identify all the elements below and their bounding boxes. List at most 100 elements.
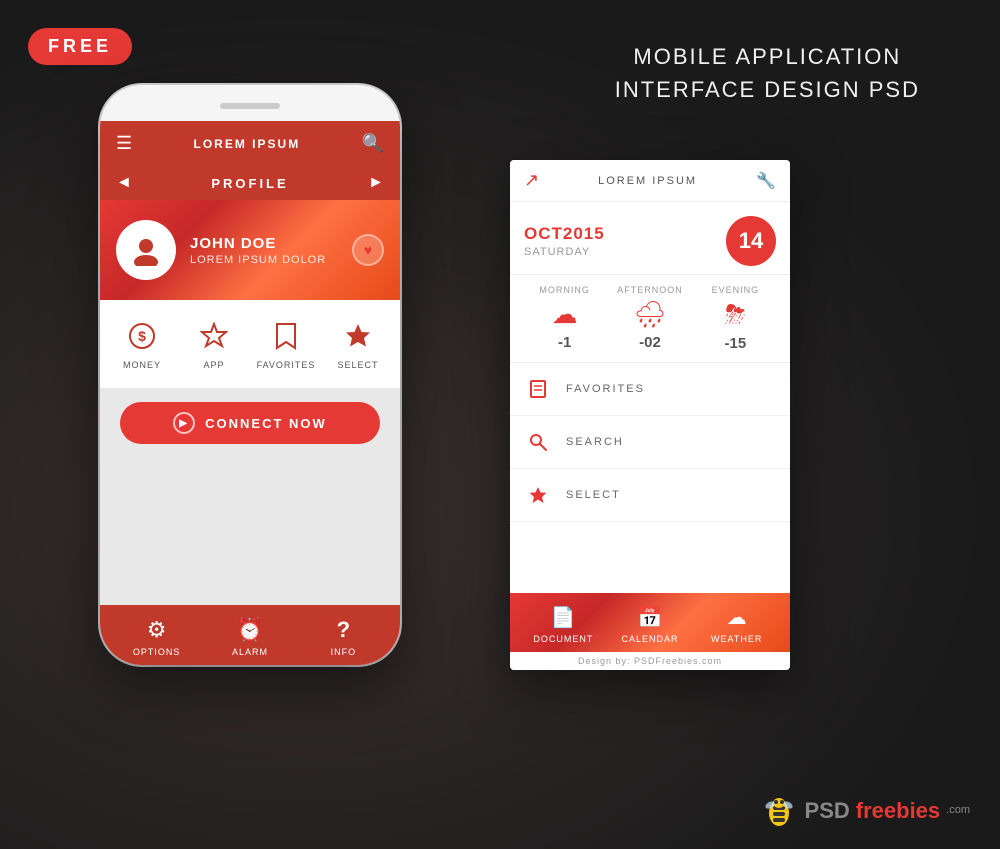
phone1-bottom-nav: ⚙ OPTIONS ⏰ ALARM ? INFO xyxy=(100,605,400,665)
menu-label-select: SELECT xyxy=(337,360,378,370)
p2-select-label: SELECT xyxy=(566,489,621,501)
profile-avatar xyxy=(116,220,176,280)
menu-item-favorites[interactable]: FAVORITES xyxy=(254,318,318,370)
evening-label: EVENING xyxy=(712,285,760,295)
psd-logo: PSDfreebies .com xyxy=(759,791,970,831)
evening-icon: ⛈ xyxy=(725,299,746,331)
back-arrow-icon[interactable]: ◄ xyxy=(116,174,132,192)
morning-icon: ☁ xyxy=(552,299,578,330)
morning-temp: -1 xyxy=(558,334,571,351)
phone2-date-section: OCT2015 SATURDAY 14 xyxy=(510,202,790,274)
phone1-menu-grid: $ MONEY APP FAVORITES xyxy=(100,300,400,388)
morning-label: MORNING xyxy=(539,285,590,295)
bottom-item-options[interactable]: ⚙ OPTIONS xyxy=(110,617,203,657)
phone2-menu-list: FAVORITES SEARCH SELECT xyxy=(510,363,790,593)
heart-button[interactable]: ♥ xyxy=(352,234,384,266)
bottom-item-alarm[interactable]: ⏰ ALARM xyxy=(203,617,296,657)
phone1-top-nav: ☰ LOREM IPSUM 🔍 xyxy=(100,121,400,166)
weather-evening: EVENING ⛈ -15 xyxy=(695,285,776,352)
p2-menu-favorites[interactable]: FAVORITES xyxy=(510,363,790,416)
alarm-icon: ⏰ xyxy=(236,617,263,643)
heart-icon: ♥ xyxy=(364,242,372,258)
info-icon: ? xyxy=(337,617,350,643)
psd-text: PSD xyxy=(805,798,850,824)
phone1-container: ☰ LOREM IPSUM 🔍 ◄ PROFILE ► JO xyxy=(100,85,400,665)
menu-label-app: APP xyxy=(203,360,224,370)
profile-bar-title: PROFILE xyxy=(211,176,288,191)
user-icon xyxy=(130,234,162,266)
phone1-profile-section: JOHN DOE LOREM IPSUM DOLOR ♥ xyxy=(100,200,400,300)
afternoon-label: AFTERNOON xyxy=(617,285,683,295)
free-badge: FREE xyxy=(28,28,132,65)
p2-select-icon xyxy=(524,481,552,509)
weather-afternoon: AFTERNOON 🌧 -02 xyxy=(609,285,690,352)
search-icon[interactable]: 🔍 xyxy=(362,133,384,154)
document-label: DOCUMENT xyxy=(533,634,593,644)
connect-btn-label: CONNECT NOW xyxy=(205,416,327,431)
forward-arrow-icon[interactable]: ► xyxy=(368,174,384,192)
p2-search-icon xyxy=(524,428,552,456)
weather-morning: MORNING ☁ -1 xyxy=(524,285,605,352)
phone2-date-left: OCT2015 SATURDAY xyxy=(524,224,605,258)
page-title: MOBILE APPLICATION INTERFACE DESIGN PSD xyxy=(615,40,920,106)
info-label: INFO xyxy=(331,647,357,657)
menu-item-select[interactable]: SELECT xyxy=(326,318,390,370)
p2-menu-search[interactable]: SEARCH xyxy=(510,416,790,469)
p2-bottom-calendar[interactable]: 📅 CALENDAR xyxy=(607,605,694,644)
wrench-icon[interactable]: 🔧 xyxy=(756,171,776,191)
phone1-speaker xyxy=(220,103,280,109)
hamburger-icon[interactable]: ☰ xyxy=(116,133,132,154)
play-icon: ▶ xyxy=(173,412,195,434)
spacer xyxy=(100,458,400,605)
phone1-shell: ☰ LOREM IPSUM 🔍 ◄ PROFILE ► JO xyxy=(100,85,400,665)
month-year: OCT2015 xyxy=(524,224,605,244)
phone2-nav-title: LOREM IPSUM xyxy=(598,175,697,187)
phone1-profile-bar: ◄ PROFILE ► xyxy=(100,166,400,200)
connect-now-button[interactable]: ▶ CONNECT NOW xyxy=(120,402,380,444)
share-icon[interactable]: ↗ xyxy=(524,170,539,191)
p2-favorites-label: FAVORITES xyxy=(566,383,645,395)
menu-label-money: MONEY xyxy=(123,360,161,370)
svg-text:$: $ xyxy=(138,328,146,344)
options-icon: ⚙ xyxy=(147,617,167,643)
evening-temp: -15 xyxy=(724,335,746,352)
p2-search-label: SEARCH xyxy=(566,436,624,448)
afternoon-temp: -02 xyxy=(639,334,661,351)
phone1-nav-title: LOREM IPSUM xyxy=(194,137,301,151)
select-icon xyxy=(340,318,376,354)
phone2-top-bar: ↗ LOREM IPSUM 🔧 xyxy=(510,160,790,202)
phone2-shell: ↗ LOREM IPSUM 🔧 OCT2015 SATURDAY 14 MORN… xyxy=(510,160,790,670)
alarm-label: ALARM xyxy=(232,647,268,657)
weather-icon: ☁ xyxy=(727,605,747,630)
profile-subtitle: LOREM IPSUM DOLOR xyxy=(190,254,326,266)
dotcom-text: .com xyxy=(946,804,970,816)
day-name: SATURDAY xyxy=(524,246,605,258)
day-number-circle: 14 xyxy=(726,216,776,266)
favorites-icon xyxy=(268,318,304,354)
bee-icon xyxy=(759,791,799,831)
phone2-weather: MORNING ☁ -1 AFTERNOON 🌧 -02 EVENING ⛈ -… xyxy=(510,274,790,363)
p2-bottom-document[interactable]: 📄 DOCUMENT xyxy=(520,605,607,644)
p2-menu-select[interactable]: SELECT xyxy=(510,469,790,522)
p2-bottom-weather[interactable]: ☁ WEATHER xyxy=(693,605,780,644)
design-by: Design by: PSDFreebies.com xyxy=(510,652,790,670)
phone2-container: ↗ LOREM IPSUM 🔧 OCT2015 SATURDAY 14 MORN… xyxy=(510,160,790,670)
options-label: OPTIONS xyxy=(133,647,181,657)
money-icon: $ xyxy=(124,318,160,354)
day-number: 14 xyxy=(739,228,763,254)
afternoon-icon: 🌧 xyxy=(633,299,666,330)
calendar-icon: 📅 xyxy=(638,605,663,630)
page-title-line1: MOBILE APPLICATION xyxy=(615,40,920,73)
menu-item-money[interactable]: $ MONEY xyxy=(110,318,174,370)
app-icon xyxy=(196,318,232,354)
phone2-bottom-nav: 📄 DOCUMENT 📅 CALENDAR ☁ WEATHER xyxy=(510,593,790,652)
page-title-line2: INTERFACE DESIGN PSD xyxy=(615,73,920,106)
menu-item-app[interactable]: APP xyxy=(182,318,246,370)
phone1-screen: ☰ LOREM IPSUM 🔍 ◄ PROFILE ► JO xyxy=(100,121,400,665)
calendar-label: CALENDAR xyxy=(621,634,678,644)
profile-info: JOHN DOE LOREM IPSUM DOLOR xyxy=(190,235,326,266)
profile-name: JOHN DOE xyxy=(190,235,326,252)
freebies-text: freebies xyxy=(856,798,940,824)
bottom-item-info[interactable]: ? INFO xyxy=(297,617,390,657)
p2-favorites-icon xyxy=(524,375,552,403)
